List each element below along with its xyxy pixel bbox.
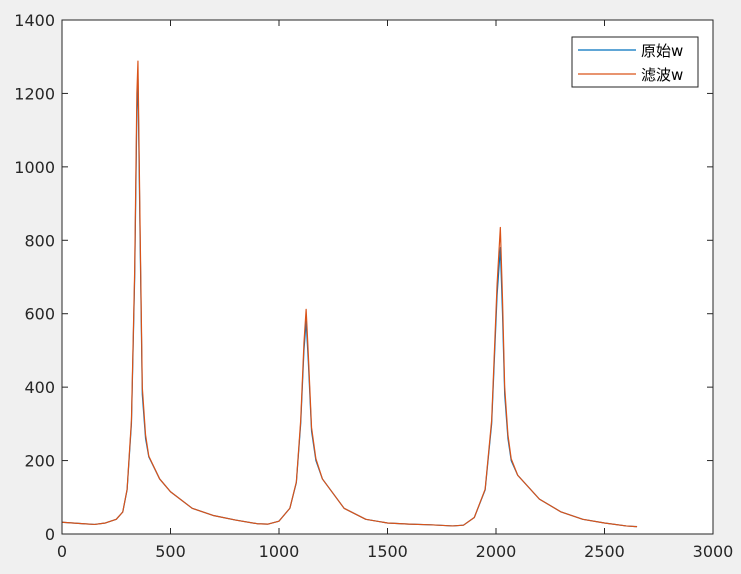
y-tick-label: 1200 [14,84,55,103]
x-tick-label: 2000 [476,542,517,561]
x-tick-label: 0 [57,542,67,561]
legend-label-2: 滤波w [641,66,683,84]
axes-background [62,20,713,534]
x-tick-label: 500 [155,542,186,561]
legend[interactable]: 原始w 滤波w [571,36,699,88]
x-tick-label: 1000 [259,542,300,561]
x-tick-label: 2500 [584,542,625,561]
y-tick-label: 200 [24,452,55,471]
y-tick-label: 0 [45,525,55,544]
chart-figure: 0 500 1000 1500 2000 2500 3000 0 200 400 600 800 10… [14,11,734,561]
y-tick-label: 600 [24,305,55,324]
legend-label-1: 原始w [641,42,683,60]
y-tick-label: 1000 [14,158,55,177]
y-tick-label: 800 [24,231,55,250]
y-tick-label: 1400 [14,11,55,30]
x-tick-label: 1500 [367,542,408,561]
y-tick-label: 400 [24,378,55,397]
x-tick-label: 3000 [693,542,734,561]
